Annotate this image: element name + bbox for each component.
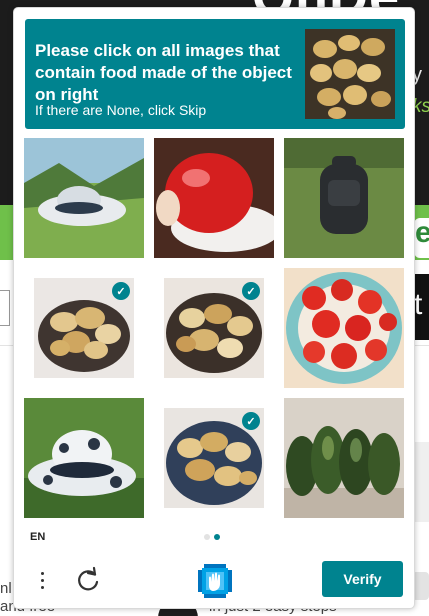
page-dot-active <box>214 534 220 540</box>
page-indicator <box>204 534 220 540</box>
checkmark-icon: ✓ <box>242 412 260 430</box>
challenge-tile-8[interactable]: ✓ <box>164 408 264 508</box>
challenge-tile-2[interactable] <box>154 138 274 258</box>
language-selector[interactable]: EN <box>30 531 45 543</box>
challenge-tile-4[interactable]: ✓ <box>34 278 134 378</box>
challenge-prompt-text: Please click on all images that contain … <box>35 41 292 104</box>
challenge-tile-9[interactable] <box>284 398 404 518</box>
background-left-tab[interactable] <box>0 290 10 326</box>
page-dot <box>204 534 210 540</box>
hcaptcha-logo-icon[interactable] <box>198 564 232 598</box>
challenge-tile-6[interactable] <box>284 268 404 388</box>
challenge-example-image <box>305 29 395 119</box>
challenge-tile-3[interactable] <box>284 138 404 258</box>
challenge-tile-1[interactable] <box>24 138 144 258</box>
challenge-tile-7[interactable] <box>24 398 144 518</box>
checkmark-icon: ✓ <box>242 282 260 300</box>
challenge-prompt-subtext: If there are None, click Skip <box>35 102 207 118</box>
challenge-prompt: Please click on all images that contain … <box>25 19 405 129</box>
challenge-tile-5[interactable]: ✓ <box>164 278 264 378</box>
background-pill-text: e <box>415 216 429 249</box>
captcha-modal: Please click on all images that contain … <box>13 7 415 609</box>
background-footer-text: nl <box>0 580 12 597</box>
refresh-icon[interactable] <box>74 566 102 594</box>
checkmark-icon: ✓ <box>112 282 130 300</box>
verify-button[interactable]: Verify <box>322 561 403 597</box>
menu-dots-icon[interactable] <box>32 565 52 595</box>
background-dark-button-text: t <box>414 288 423 321</box>
